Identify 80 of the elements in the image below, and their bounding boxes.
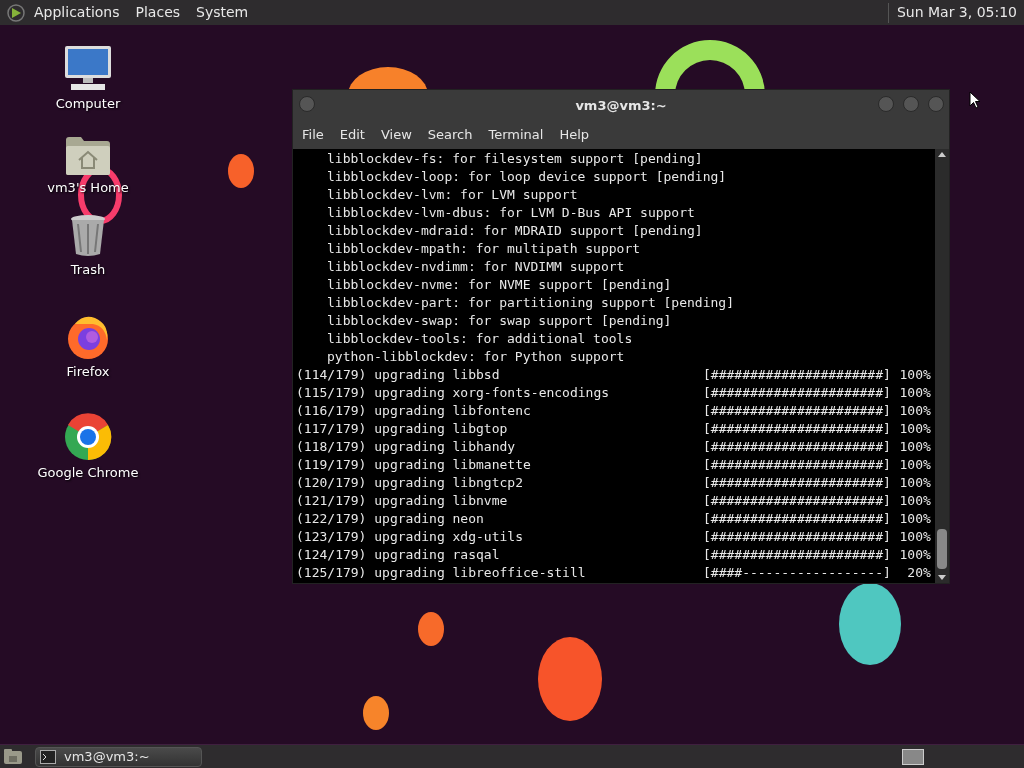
scrollbar[interactable] (935, 149, 949, 583)
panel-menu[interactable]: System (196, 2, 249, 23)
terminal-icon (40, 749, 56, 764)
wallpaper-bubble (418, 612, 444, 646)
terminal-line: libblockdev-mdraid: for MDRAID support [pending] (326, 222, 703, 240)
terminal-line: (125/179) upgrading libreoffice-still (296, 564, 587, 582)
progress-text: [######################] (703, 366, 891, 384)
percent-text: 100% (898, 528, 931, 546)
terminal-line: libblockdev-lvm-dbus: for LVM D-Bus API support (326, 204, 695, 222)
terminal-line: libblockdev-part: for partitioning support [pending] (326, 294, 734, 312)
workspace-switcher[interactable] (902, 748, 924, 765)
menu-item[interactable]: Terminal (482, 125, 550, 145)
progress-text: [######################] (703, 528, 891, 546)
show-desktop-icon[interactable] (3, 747, 23, 766)
terminal-line: (124/179) upgrading rasqal (296, 546, 501, 564)
scroll-up-icon[interactable] (938, 152, 946, 157)
terminal-line: (122/179) upgrading neon (296, 510, 485, 528)
terminal-line: libblockdev-loop: for loop device support [pending] (326, 168, 727, 186)
progress-text: [######################] (703, 456, 891, 474)
percent-text: 100% (898, 420, 931, 438)
progress-text: [######################] (703, 384, 891, 402)
menu-item[interactable]: File (296, 125, 330, 145)
terminal-line: (118/179) upgrading libhandy (296, 438, 517, 456)
trash-icon (69, 214, 107, 258)
computer-icon (63, 44, 113, 92)
terminal-line: (123/179) upgrading xdg-utils (296, 528, 524, 546)
menu-item[interactable]: Edit (333, 125, 371, 145)
terminal-line: libblockdev-tools: for additional tools (326, 330, 633, 348)
terminal-line: (119/179) upgrading libmanette (296, 456, 532, 474)
scroll-down-icon[interactable] (938, 575, 946, 580)
desktop-icon-label[interactable]: Firefox (66, 361, 110, 381)
menu-item[interactable]: Search (421, 125, 479, 145)
progress-text: [######################] (703, 492, 891, 510)
terminal-line: (114/179) upgrading libbsd (296, 366, 501, 384)
percent-text: 100% (898, 456, 931, 474)
percent-text: 100% (898, 384, 931, 402)
cursor-icon (969, 91, 981, 109)
desktop-icon-label[interactable]: Google Chrome (37, 463, 139, 483)
desktop-icon-label[interactable]: Trash (70, 260, 106, 280)
percent-text: 20% (906, 564, 931, 582)
terminal-line: libblockdev-fs: for filesystem support [pending] (326, 150, 703, 168)
taskbar-button[interactable]: vm3@vm3:~ (35, 746, 202, 767)
progress-text: [####------------------] (703, 564, 891, 582)
progress-text: [######################] (703, 438, 891, 456)
terminal-line: python-libblockdev: for Python support (326, 348, 625, 366)
terminal-line: libblockdev-swap: for swap support [pending] (326, 312, 672, 330)
terminal-line: (120/179) upgrading libngtcp2 (296, 474, 524, 492)
terminal-line: (121/179) upgrading libnvme (296, 492, 509, 510)
menu-item[interactable]: View (374, 125, 418, 145)
percent-text: 100% (898, 492, 931, 510)
percent-text: 100% (898, 402, 931, 420)
progress-text: [######################] (703, 546, 891, 564)
terminal-line: (117/179) upgrading libgtop (296, 420, 509, 438)
progress-text: [######################] (703, 510, 891, 528)
wallpaper-bubble (363, 696, 389, 730)
percent-text: 100% (898, 438, 931, 456)
progress-text: [######################] (703, 402, 891, 420)
home-folder-icon (65, 135, 111, 176)
panel-menu[interactable]: Applications (34, 2, 120, 23)
percent-text: 100% (898, 474, 931, 492)
logo-icon (6, 2, 26, 23)
menu-item[interactable]: Help (553, 125, 596, 145)
desktop-icon-label[interactable]: Computer (55, 94, 121, 114)
progress-text: [######################] (703, 420, 891, 438)
clock[interactable]: Sun Mar 3, 05:10 (896, 2, 1017, 23)
window-title: vm3@vm3:~ (575, 96, 667, 115)
percent-text: 100% (898, 366, 931, 384)
percent-text: 100% (898, 546, 931, 564)
scroll-thumb[interactable] (937, 529, 947, 569)
percent-text: 100% (898, 510, 931, 528)
terminal-line: libblockdev-nvme: for NVME support [pending] (326, 276, 672, 294)
progress-text: [######################] (703, 474, 891, 492)
wallpaper-bubble (228, 154, 254, 188)
terminal-line: (115/179) upgrading xorg-fonts-encodings (296, 384, 611, 402)
terminal-line: libblockdev-nvdimm: for NVDIMM support (326, 258, 625, 276)
terminal-line: (116/179) upgrading libfontenc (296, 402, 532, 420)
chrome-icon (64, 413, 112, 461)
terminal-line: libblockdev-lvm: for LVM support (326, 186, 578, 204)
panel-menu[interactable]: Places (135, 2, 181, 23)
terminal-line: libblockdev-mpath: for multipath support (326, 240, 641, 258)
